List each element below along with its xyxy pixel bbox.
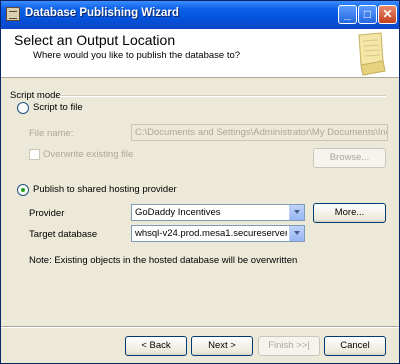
script-to-file-label[interactable]: Script to file [33,102,83,113]
wizard-header: Select an Output Location Where would yo… [1,29,399,78]
target-database-label: Target database [29,229,98,240]
overwrite-note: Note: Existing objects in the hosted dat… [29,255,298,266]
provider-label: Provider [29,208,65,219]
page-title: Select an Output Location [14,32,176,48]
browse-button[interactable]: Browse... [313,148,386,168]
page-subtitle: Where would you like to publish the data… [33,50,241,61]
target-database-dropdown[interactable]: whsql-v24.prod.mesa1.secureserver.net. [131,225,305,242]
chevron-down-icon[interactable] [289,226,304,241]
file-name-field[interactable]: C:\Documents and Settings\Administrator\… [131,124,388,141]
window-title: Database Publishing Wizard [25,7,179,19]
group-divider [59,95,386,97]
chevron-down-icon[interactable] [289,205,304,220]
overwrite-existing-checkbox[interactable] [29,149,40,160]
file-name-label: File name: [29,128,74,139]
next-button[interactable]: Next > [191,336,253,356]
close-button[interactable]: ✕ [378,5,397,24]
target-database-value: whsql-v24.prod.mesa1.secureserver.net. [135,228,287,239]
publish-to-provider-radio[interactable] [17,184,29,196]
wizard-window: Database Publishing Wizard _ □ ✕ Select … [0,0,400,364]
title-bar[interactable]: Database Publishing Wizard _ □ ✕ [1,1,399,29]
maximize-button[interactable]: □ [358,5,377,24]
provider-value: GoDaddy Incentives [135,207,221,218]
script-to-file-radio[interactable] [17,102,29,114]
more-button[interactable]: More... [313,203,386,223]
overwrite-existing-label: Overwrite existing file [43,149,134,160]
publish-to-provider-label[interactable]: Publish to shared hosting provider [33,184,177,195]
script-mode-group-label: Script mode [10,90,61,101]
provider-dropdown[interactable]: GoDaddy Incentives [131,204,305,221]
footer-divider [1,326,399,328]
minimize-button[interactable]: _ [338,5,357,24]
cancel-button[interactable]: Cancel [324,336,386,356]
finish-button[interactable]: Finish >>| [258,336,320,356]
back-button[interactable]: < Back [125,336,187,356]
scroll-graphic-icon [358,32,386,76]
database-icon [6,7,20,21]
